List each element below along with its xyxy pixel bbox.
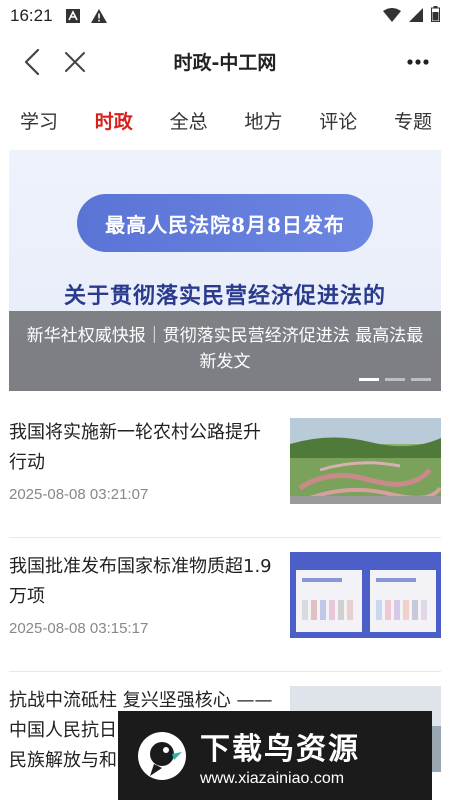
back-button[interactable]	[14, 44, 50, 80]
close-button[interactable]	[57, 44, 93, 80]
status-bar: 16:21	[0, 0, 450, 32]
carousel-dot	[359, 378, 379, 381]
news-time: 2025-08-08 03:15:17	[9, 620, 149, 637]
status-time: 16:21	[10, 6, 53, 25]
banner-carousel[interactable]: 最高人民法院8月8日发布 关于贯彻落实民营经济促进法的 新华社权威快报｜贯彻落实…	[9, 150, 441, 391]
tab-xuexi[interactable]: 学习	[18, 101, 60, 140]
carousel-dot	[411, 378, 431, 381]
tab-shizheng[interactable]: 时政	[93, 101, 135, 140]
close-icon	[65, 52, 85, 72]
battery-icon	[431, 6, 440, 26]
news-title: 我国将实施新一轮农村公路提升行动	[9, 422, 261, 473]
sample-box-photo	[290, 552, 441, 638]
wifi-icon	[383, 7, 401, 26]
news-item[interactable]: 我国将实施新一轮农村公路提升行动 2025-08-08 03:21:07	[9, 404, 441, 538]
bird-logo-icon	[138, 731, 186, 780]
more-button[interactable]	[400, 44, 436, 80]
news-time: 2025-08-08 03:21:07	[9, 486, 149, 503]
back-icon	[24, 48, 40, 76]
alert-icon	[90, 8, 107, 24]
news-item[interactable]: 我国批准发布国家标准物质超1.9万项 2025-08-08 03:15:17	[9, 538, 441, 672]
carousel-indicator	[359, 378, 431, 381]
watermark-brand: 下载鸟资源	[200, 731, 360, 767]
watermark-url: www.xiazainiao.com	[200, 769, 345, 787]
tab-quanzong[interactable]: 全总	[168, 101, 210, 140]
channel-tabs: 学习 时政 全总 地方 评论 专题	[0, 96, 450, 144]
road-photo	[290, 418, 441, 504]
news-title: 我国批准发布国家标准物质超1.9万项	[9, 556, 272, 607]
tab-pinglun[interactable]: 评论	[317, 101, 359, 140]
carousel-dot	[385, 378, 405, 381]
signal-icon	[409, 7, 423, 26]
nav-bar: 时政-中工网	[0, 32, 450, 90]
banner-headline: 关于贯彻落实民营经济促进法的	[63, 283, 386, 309]
banner-pill-text: 最高人民法院8月8日发布	[77, 194, 373, 252]
tab-zhuanti[interactable]: 专题	[392, 101, 434, 140]
font-a-icon	[65, 8, 81, 24]
watermark-banner: 下载鸟资源 www.xiazainiao.com	[118, 711, 432, 800]
tab-difang[interactable]: 地方	[242, 101, 284, 140]
more-icon	[407, 59, 429, 65]
